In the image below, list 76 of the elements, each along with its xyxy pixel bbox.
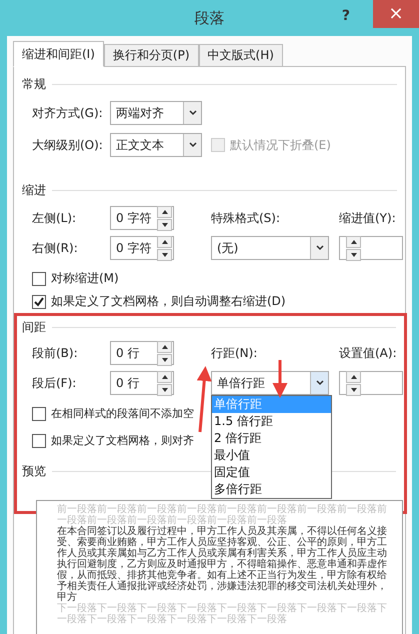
- section-heading: 预览: [22, 462, 46, 480]
- help-button[interactable]: ?: [342, 8, 350, 24]
- checkbox-label: 对称缩进(M): [51, 270, 119, 287]
- triangle-up-icon: [162, 240, 168, 244]
- close-button[interactable]: ×: [373, 0, 419, 28]
- chevron-down-icon: [188, 142, 196, 148]
- spin-down-button[interactable]: [157, 248, 172, 260]
- triangle-down-icon: [162, 358, 168, 362]
- preview-text: 在本合同签订以及履行过程中，甲方工作人员及其亲属，不得以任何名义接受、索要商业贿赂，甲方工作人员应坚持客观、公正、公平的原则，甲方工作人员或其亲属如与乙方工作人员或亲属有利害关系，甲方工作人员应主动执行回避制度，乙方则应及时通报甲方，不得暗箱操作、恶意串通和弄虚作假，从而抵毁、排挤其他竞争者。如有上述不正当行为发生，甲方除有权给予相关责任人通报批评或经济处罚，涉嫌违法犯罪的移交司法机关处理外，甲方: [57, 526, 388, 603]
- triangle-down-icon: [162, 222, 168, 226]
- field-label: 对齐方式(G):: [32, 104, 104, 122]
- field-label: 缩进值(Y):: [339, 210, 397, 226]
- triangle-up-icon: [350, 240, 356, 244]
- preview-text: 前一段落前一段落前一段落前一段落前一段落前一段落前一段落前一段落前一段落前一段落前一段落前一段落前一段落前一段落: [57, 504, 388, 526]
- spin-down-button[interactable]: [157, 384, 172, 396]
- spin-up-button[interactable]: [157, 206, 172, 218]
- arrow: [196, 366, 212, 432]
- window-title: 段落: [194, 8, 224, 28]
- chevron-down-icon: [316, 245, 324, 251]
- field-label: 行距(N):: [211, 344, 258, 362]
- dropdown[interactable]: 两端对齐: [110, 101, 202, 125]
- spin-up-button[interactable]: [346, 236, 361, 248]
- spin-field[interactable]: [339, 236, 403, 260]
- dropdown-arrow-button[interactable]: [310, 237, 328, 259]
- spin-down-button[interactable]: [157, 354, 172, 366]
- field-label: 大纲级别(O):: [32, 136, 104, 154]
- section-heading: 间距: [22, 318, 46, 336]
- dropdown-arrow-button[interactable]: [183, 102, 201, 124]
- section-heading: 常规: [22, 76, 46, 92]
- field-label: 右侧(R):: [32, 240, 79, 256]
- dropdown-arrow-button[interactable]: [310, 372, 328, 394]
- check-icon: [34, 296, 44, 306]
- chevron-down-icon: [316, 380, 324, 386]
- triangle-down-icon: [350, 388, 356, 392]
- spin-down-button[interactable]: [157, 218, 172, 230]
- checkbox[interactable]: [32, 406, 46, 420]
- triangle-down-icon: [162, 252, 168, 256]
- spin-field[interactable]: 0 行: [110, 371, 174, 395]
- triangle-down-icon: [162, 388, 168, 392]
- triangle-up-icon: [162, 210, 168, 214]
- field-label: 左侧(L):: [32, 210, 78, 226]
- spin-down-button[interactable]: [346, 384, 361, 396]
- tab[interactable]: 中文版式(H): [198, 44, 283, 66]
- tab[interactable]: 缩进和间距(I): [13, 41, 104, 67]
- checkbox-label: 在相同样式的段落间不添加空: [51, 406, 194, 421]
- checkbox[interactable]: [32, 294, 46, 308]
- section-heading: 缩进: [22, 182, 46, 198]
- triangle-up-icon: [350, 374, 356, 378]
- dropdown[interactable]: 正文文本: [110, 133, 202, 157]
- spin-up-button[interactable]: [157, 236, 172, 248]
- tab[interactable]: 换行和分页(P): [104, 44, 199, 66]
- checkbox-label: 如果定义了文档网格，则自动调整右缩进(D): [51, 293, 286, 310]
- checkbox-label: 默认情况下折叠(E): [230, 136, 331, 154]
- spin-up-button[interactable]: [157, 370, 172, 382]
- dropdown[interactable]: (无): [211, 236, 329, 260]
- spin-up-button[interactable]: [157, 340, 172, 352]
- spin-up-button[interactable]: [346, 370, 361, 382]
- field-label: 设置值(A):: [339, 344, 398, 362]
- checkbox[interactable]: [32, 272, 46, 286]
- field-label: 段前(B):: [32, 344, 79, 362]
- preview-text: 下一段落下一段落下一段落下一段落下一段落下一段落下一段落下一段落下一段落下一段落下一段落下一段落下一段落下一段落: [57, 603, 388, 625]
- spin-field[interactable]: 0 字符: [110, 236, 174, 260]
- triangle-down-icon: [350, 252, 356, 256]
- chevron-down-icon: [188, 110, 196, 116]
- field-label: 特殊格式(S):: [211, 210, 282, 226]
- dropdown-arrow-button[interactable]: [183, 134, 201, 156]
- spin-field[interactable]: [339, 371, 403, 395]
- spin-field[interactable]: 0 字符: [110, 206, 174, 230]
- spin-field[interactable]: 0 行: [110, 341, 174, 365]
- triangle-up-icon: [162, 344, 168, 348]
- spin-down-button[interactable]: [346, 248, 361, 260]
- checkbox-label: 如果定义了文档网格，则对齐: [51, 433, 194, 448]
- triangle-up-icon: [162, 374, 168, 378]
- checkbox[interactable]: [32, 434, 46, 448]
- field-label: 段后(F):: [32, 374, 78, 392]
- arrow: [272, 360, 288, 398]
